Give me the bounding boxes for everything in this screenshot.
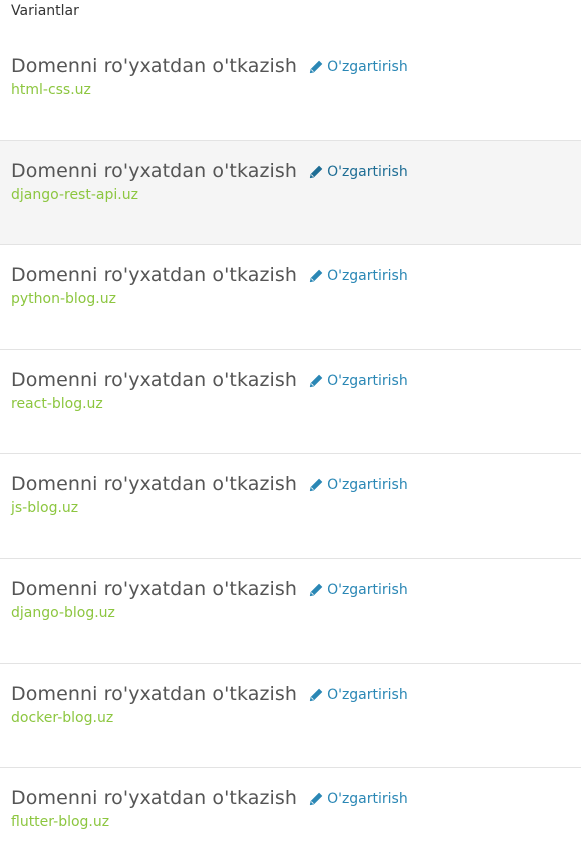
pencil-icon	[309, 374, 327, 388]
domain-link[interactable]: django-rest-api.uz	[11, 186, 138, 204]
item-header: Domenni ro'yxatdan o'tkazish O'zgartiris…	[11, 471, 408, 497]
edit-link[interactable]: O'zgartirish	[309, 58, 408, 76]
domain-link[interactable]: react-blog.uz	[11, 395, 103, 413]
item-header: Domenni ro'yxatdan o'tkazish O'zgartiris…	[11, 576, 408, 602]
edit-link[interactable]: O'zgartirish	[309, 686, 408, 704]
item-header: Domenni ro'yxatdan o'tkazish O'zgartiris…	[11, 681, 408, 707]
edit-label: O'zgartirish	[327, 581, 408, 598]
domain-link[interactable]: flutter-blog.uz	[11, 813, 109, 831]
item-title: Domenni ro'yxatdan o'tkazish	[11, 264, 298, 287]
domain-link[interactable]: js-blog.uz	[11, 499, 78, 517]
domain-link[interactable]: html-css.uz	[11, 81, 91, 99]
edit-link[interactable]: O'zgartirish	[309, 790, 408, 808]
edit-link[interactable]: O'zgartirish	[309, 163, 408, 181]
item-title: Domenni ro'yxatdan o'tkazish	[11, 368, 298, 391]
item-title: Domenni ro'yxatdan o'tkazish	[11, 159, 298, 182]
list-item: Domenni ro'yxatdan o'tkazish O'zgartiris…	[0, 36, 581, 141]
edit-label: O'zgartirish	[327, 477, 408, 494]
edit-label: O'zgartirish	[327, 268, 408, 285]
pencil-icon	[309, 165, 327, 179]
pencil-icon	[309, 478, 327, 492]
list-item: Domenni ro'yxatdan o'tkazish O'zgartiris…	[0, 663, 581, 769]
item-title: Domenni ro'yxatdan o'tkazish	[11, 473, 298, 496]
section-title: Variantlar	[11, 3, 79, 19]
domain-link[interactable]: docker-blog.uz	[11, 709, 113, 727]
edit-label: O'zgartirish	[327, 163, 408, 180]
edit-link[interactable]: O'zgartirish	[309, 476, 408, 494]
variants-list: Domenni ro'yxatdan o'tkazish O'zgartiris…	[0, 36, 581, 846]
item-header: Domenni ro'yxatdan o'tkazish O'zgartiris…	[11, 785, 408, 811]
list-item: Domenni ro'yxatdan o'tkazish O'zgartiris…	[0, 349, 581, 455]
edit-label: O'zgartirish	[327, 372, 408, 389]
edit-label: O'zgartirish	[327, 791, 408, 808]
edit-label: O'zgartirish	[327, 59, 408, 75]
item-header: Domenni ro'yxatdan o'tkazish O'zgartiris…	[11, 367, 408, 393]
item-title: Domenni ro'yxatdan o'tkazish	[11, 787, 298, 810]
list-item: Domenni ro'yxatdan o'tkazish O'zgartiris…	[0, 245, 581, 350]
pencil-icon	[309, 60, 327, 74]
edit-label: O'zgartirish	[327, 686, 408, 703]
list-item: Domenni ro'yxatdan o'tkazish O'zgartiris…	[0, 454, 581, 559]
item-title: Domenni ro'yxatdan o'tkazish	[11, 577, 298, 600]
domain-link[interactable]: python-blog.uz	[11, 290, 116, 308]
edit-link[interactable]: O'zgartirish	[309, 581, 408, 599]
item-header: Domenni ro'yxatdan o'tkazish O'zgartiris…	[11, 53, 408, 79]
list-item: Domenni ro'yxatdan o'tkazish O'zgartiris…	[0, 768, 581, 846]
pencil-icon	[309, 688, 327, 702]
pencil-icon	[309, 583, 327, 597]
edit-link[interactable]: O'zgartirish	[309, 372, 408, 390]
item-title: Domenni ro'yxatdan o'tkazish	[11, 682, 298, 705]
edit-link[interactable]: O'zgartirish	[309, 267, 408, 285]
item-header: Domenni ro'yxatdan o'tkazish O'zgartiris…	[11, 262, 408, 288]
item-title: Domenni ro'yxatdan o'tkazish	[11, 55, 298, 77]
pencil-icon	[309, 792, 327, 806]
item-header: Domenni ro'yxatdan o'tkazish O'zgartiris…	[11, 158, 408, 184]
list-item-selected: Domenni ro'yxatdan o'tkazish O'zgartiris…	[0, 140, 581, 246]
page: Variantlar Domenni ro'yxatdan o'tkazish …	[0, 0, 581, 846]
list-item: Domenni ro'yxatdan o'tkazish O'zgartiris…	[0, 558, 581, 664]
domain-link[interactable]: django-blog.uz	[11, 604, 115, 622]
pencil-icon	[309, 269, 327, 283]
